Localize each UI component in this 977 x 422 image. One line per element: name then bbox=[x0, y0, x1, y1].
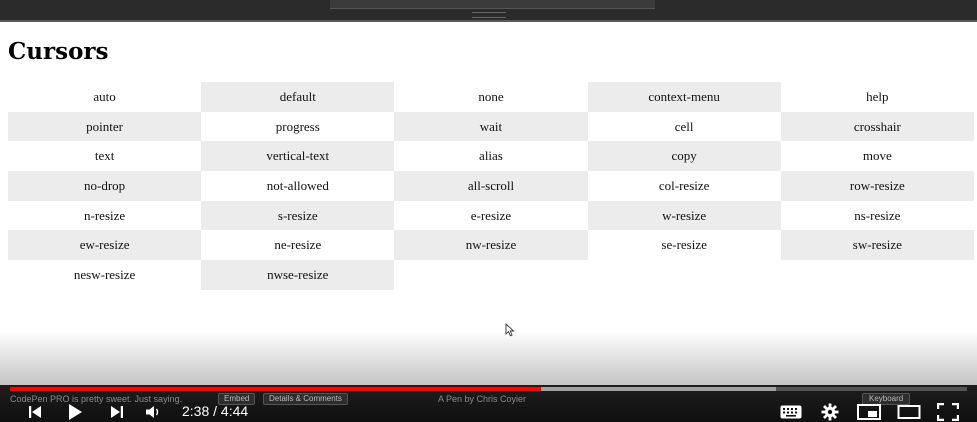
theater-mode-icon[interactable] bbox=[897, 403, 921, 420]
top-divider bbox=[0, 20, 977, 22]
cursor-cell-nw-resize[interactable]: nw-resize bbox=[394, 230, 588, 261]
cursor-cell-text[interactable]: text bbox=[8, 141, 201, 171]
cursor-cell-no-drop[interactable]: no-drop bbox=[8, 171, 202, 201]
cursor-cell-w-resize[interactable]: w-resize bbox=[587, 200, 781, 231]
cursor-cell-pointer[interactable]: pointer bbox=[8, 111, 202, 142]
cursor-cell-context-menu[interactable]: context-menu bbox=[587, 82, 781, 112]
cursor-cell-progress[interactable]: progress bbox=[201, 112, 394, 142]
cursor-cell-nesw-resize[interactable]: nesw-resize bbox=[8, 260, 201, 290]
cursor-cell-all-scroll[interactable]: all-scroll bbox=[394, 171, 588, 201]
page-title: Cursors bbox=[8, 38, 109, 65]
skip-previous-icon[interactable] bbox=[26, 403, 44, 420]
resize-grip[interactable] bbox=[472, 12, 506, 18]
cursor-cell-s-resize[interactable]: s-resize bbox=[201, 200, 395, 231]
fullscreen-icon[interactable] bbox=[937, 402, 959, 421]
progress-played bbox=[10, 387, 542, 391]
cursor-cell-copy[interactable]: copy bbox=[587, 141, 781, 172]
cursor-cell-wait[interactable]: wait bbox=[394, 111, 588, 142]
cursor-cell-none[interactable]: none bbox=[394, 82, 587, 112]
player-shadow-gradient bbox=[0, 330, 977, 390]
player-buttons: 2:38 / 4:44 bbox=[0, 401, 977, 422]
cursor-cell-col-resize[interactable]: col-resize bbox=[588, 171, 781, 201]
cursor-cell-sw-resize[interactable]: sw-resize bbox=[780, 230, 974, 261]
keyboard-icon[interactable] bbox=[780, 403, 802, 420]
cursor-cell-ew-resize[interactable]: ew-resize bbox=[8, 230, 202, 261]
time-display: 2:38 / 4:44 bbox=[182, 403, 249, 419]
cursor-cell-move[interactable]: move bbox=[781, 141, 974, 171]
cursor-cell-cell[interactable]: cell bbox=[588, 112, 781, 142]
cursor-cell-help[interactable]: help bbox=[781, 82, 974, 112]
cursor-cell-ne-resize[interactable]: ne-resize bbox=[201, 230, 394, 260]
skip-next-icon[interactable] bbox=[108, 403, 126, 420]
cursor-cell-ns-resize[interactable]: ns-resize bbox=[781, 201, 974, 231]
cursor-cell-row-resize[interactable]: row-resize bbox=[780, 171, 974, 201]
settings-icon[interactable] bbox=[821, 403, 839, 420]
cursor-cell-nwse-resize[interactable]: nwse-resize bbox=[201, 260, 395, 290]
cursor-grid: auto default none context-menu help pointer pr… bbox=[8, 82, 974, 290]
play-icon[interactable] bbox=[66, 403, 84, 420]
cursor-cell-crosshair[interactable]: crosshair bbox=[780, 111, 974, 142]
cursor-cell-n-resize[interactable]: n-resize bbox=[8, 201, 201, 231]
cursor-cell-auto[interactable]: auto bbox=[8, 82, 201, 112]
cursor-cell-vertical-text[interactable]: vertical-text bbox=[201, 141, 395, 172]
top-window-tab bbox=[330, 0, 655, 9]
progress-bar[interactable] bbox=[10, 387, 967, 391]
miniplayer-icon[interactable] bbox=[857, 403, 881, 420]
cursor-cell-se-resize[interactable]: se-resize bbox=[588, 230, 781, 260]
cursor-cell-e-resize[interactable]: e-resize bbox=[394, 201, 587, 231]
cursor-cell-default[interactable]: default bbox=[201, 82, 395, 112]
volume-icon[interactable] bbox=[144, 403, 162, 420]
cursor-cell-not-allowed[interactable]: not-allowed bbox=[201, 171, 394, 201]
cursor-cell-alias[interactable]: alias bbox=[394, 141, 587, 171]
top-window-strip bbox=[0, 0, 977, 22]
